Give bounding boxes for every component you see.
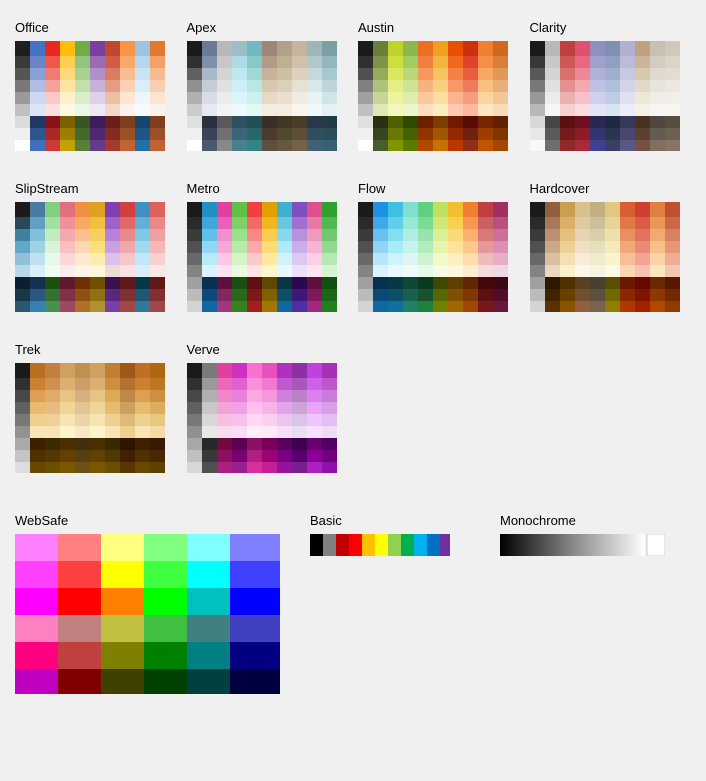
palette-flow-label: Flow xyxy=(358,181,520,196)
palette-empty-1 xyxy=(353,332,525,493)
palette-trek[interactable]: Trek xyxy=(10,332,182,493)
palette-verve-label: Verve xyxy=(187,342,349,357)
palette-verve-swatch[interactable] xyxy=(187,363,337,473)
palette-clarity-swatch[interactable] xyxy=(530,41,680,151)
palette-monochrome-label: Monochrome xyxy=(500,513,665,528)
palette-slipstream[interactable]: SlipStream xyxy=(10,171,182,332)
palette-metro[interactable]: Metro xyxy=(182,171,354,332)
palette-basic-swatch[interactable] xyxy=(310,534,450,556)
palette-flow-swatch[interactable] xyxy=(358,202,508,312)
palette-austin[interactable]: Austin xyxy=(353,10,525,171)
palette-apex-label: Apex xyxy=(187,20,349,35)
palette-office-swatch[interactable] xyxy=(15,41,165,151)
palette-office[interactable]: Office xyxy=(10,10,182,171)
palette-empty-2 xyxy=(525,332,697,493)
palette-hardcover[interactable]: Hardcover xyxy=(525,171,697,332)
palette-apex[interactable]: Apex xyxy=(182,10,354,171)
palette-metro-swatch[interactable] xyxy=(187,202,337,312)
palette-websafe[interactable]: WebSafe xyxy=(10,503,285,717)
palette-monochrome-swatch[interactable] xyxy=(500,534,665,556)
palette-websafe-swatch[interactable] xyxy=(15,534,280,694)
palette-metro-label: Metro xyxy=(187,181,349,196)
palette-slipstream-label: SlipStream xyxy=(15,181,177,196)
palette-verve[interactable]: Verve xyxy=(182,332,354,493)
palette-basic-label: Basic xyxy=(310,513,450,528)
palette-basic[interactable]: Basic xyxy=(305,503,455,579)
palette-clarity[interactable]: Clarity xyxy=(525,10,697,171)
palette-grid: Office xyxy=(10,10,696,493)
palette-hardcover-label: Hardcover xyxy=(530,181,692,196)
palette-apex-swatch[interactable] xyxy=(187,41,337,151)
palette-monochrome[interactable]: Monochrome xyxy=(495,503,670,579)
palette-clarity-label: Clarity xyxy=(530,20,692,35)
palette-austin-swatch[interactable] xyxy=(358,41,508,151)
palette-websafe-label: WebSafe xyxy=(15,513,280,528)
palette-slipstream-swatch[interactable] xyxy=(15,202,165,312)
palette-flow[interactable]: Flow xyxy=(353,171,525,332)
palette-austin-label: Austin xyxy=(358,20,520,35)
palette-trek-swatch[interactable] xyxy=(15,363,165,473)
palette-hardcover-swatch[interactable] xyxy=(530,202,680,312)
palette-trek-label: Trek xyxy=(15,342,177,357)
bottom-palettes: WebSafe xyxy=(10,503,696,717)
palette-office-label: Office xyxy=(15,20,177,35)
